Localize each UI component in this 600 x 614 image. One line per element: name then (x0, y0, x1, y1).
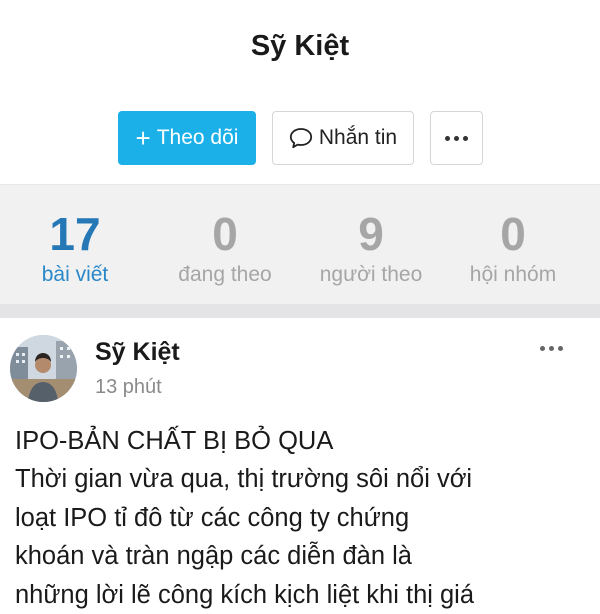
post-text-line: những lời lẽ công kích kịch liệt khi thị… (15, 580, 475, 609)
post-card: Sỹ Kiệt 13 phút IPO-BẢN CHẤT BỊ BỎ QUA T… (0, 318, 600, 609)
stat-label: hội nhóm (469, 263, 557, 286)
message-label: Nhắn tin (318, 126, 398, 149)
post-body: IPO-BẢN CHẤT BỊ BỎ QUA Thời gian vừa qua… (15, 422, 595, 614)
stat-value: 9 (358, 208, 384, 260)
message-button[interactable]: Nhắn tin (272, 111, 414, 165)
stat-groups[interactable]: 0 hội nhóm (438, 185, 588, 305)
post-text-line: khoán và tràn ngập các diễn đàn là (15, 542, 412, 571)
stat-following[interactable]: 0 đang theo (150, 185, 300, 305)
plus-icon: + (135, 123, 151, 153)
post-text-line: Thời gian vừa qua, thị trường sôi nổi vớ… (15, 465, 473, 494)
stat-posts[interactable]: 17 bài viết (0, 185, 150, 305)
follow-label: Theo dõi (156, 126, 239, 149)
profile-header: Sỹ Kiệt + Theo dõi Nhắn tin (0, 0, 600, 184)
profile-stats: 17 bài viết 0 đang theo 9 người theo 0 h… (0, 184, 600, 304)
ellipsis-icon (540, 346, 563, 351)
stat-value: 0 (212, 208, 238, 260)
post-text-line: loạt IPO tỉ đô từ các công ty chứng (15, 503, 410, 532)
post-author[interactable]: Sỹ Kiệt (95, 338, 180, 367)
stat-value: 17 (49, 208, 101, 260)
profile-name: Sỹ Kiệt (250, 30, 350, 62)
stat-followers[interactable]: 9 người theo (296, 185, 446, 305)
section-divider (0, 304, 600, 318)
post-timestamp: 13 phút (95, 376, 162, 398)
speech-bubble-icon (289, 128, 312, 149)
ellipsis-icon (445, 135, 468, 141)
profile-actions: + Theo dõi Nhắn tin (0, 111, 600, 165)
stat-label: bài viết (41, 263, 109, 286)
post-more-button[interactable] (540, 346, 563, 351)
stat-label: đang theo (178, 263, 272, 286)
follow-button[interactable]: + Theo dõi (118, 111, 256, 165)
stat-label: người theo (319, 263, 423, 286)
avatar[interactable] (10, 335, 77, 402)
post-title: IPO-BẢN CHẤT BỊ BỎ QUA (15, 427, 334, 455)
user-avatar-image (10, 335, 77, 402)
more-options-button[interactable] (430, 111, 483, 165)
stat-value: 0 (500, 208, 526, 260)
